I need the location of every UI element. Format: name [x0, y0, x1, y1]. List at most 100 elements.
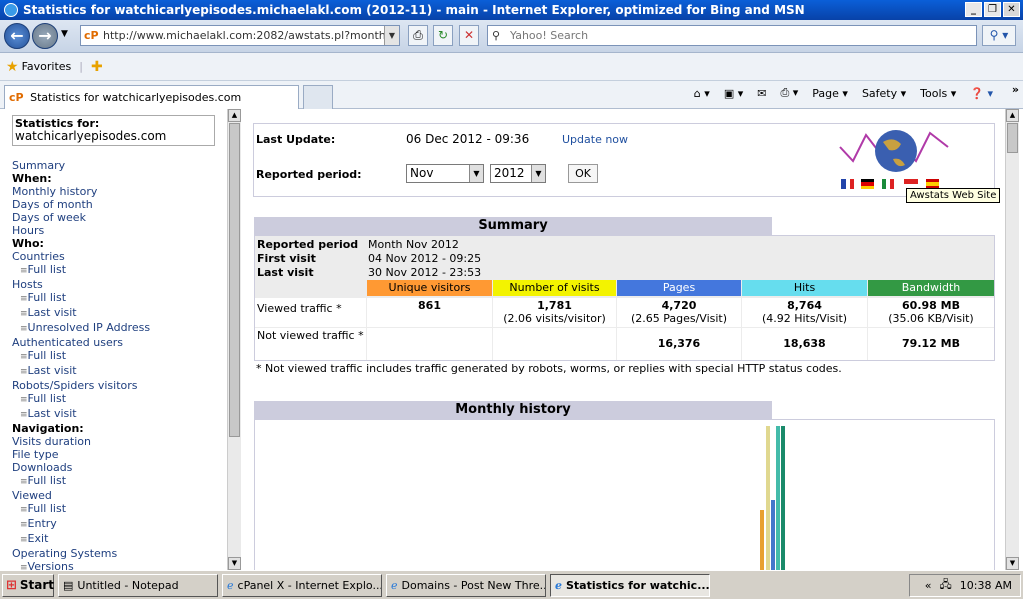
viewed-ratio: (2.65 Pages/Visit) [630, 312, 728, 325]
help-icon[interactable]: ❓ ▾ [970, 87, 993, 100]
search-input[interactable]: ⚲ Yahoo! Search [487, 25, 977, 46]
reported-period-value: Month Nov 2012 [368, 238, 459, 251]
not-viewed-cell: 79.12 MB [868, 328, 994, 360]
more-commands-icon[interactable]: » [1012, 83, 1019, 96]
home-icon[interactable]: ⌂ ▾ [694, 87, 710, 100]
print-icon[interactable]: ⎙ ▾ [780, 86, 798, 100]
search-placeholder: Yahoo! Search [510, 29, 589, 42]
reported-period-label: Reported period [257, 238, 359, 251]
cpanel-tab-icon: cP [9, 91, 24, 104]
page-scroll-down-icon[interactable]: ▼ [1006, 557, 1019, 570]
window-title: Statistics for watchicarlyepisodes.micha… [23, 3, 805, 17]
menu-link[interactable]: Visits duration [12, 435, 228, 448]
menu-link[interactable]: Robots/Spiders visitors [12, 379, 228, 392]
menu-link[interactable]: Last visit [12, 364, 228, 379]
taskbar-domains[interactable]: ℯ Domains - Post New Thre... [386, 573, 546, 597]
compat-view-icon[interactable]: ⎙ [408, 25, 428, 46]
address-toolbar: ← → ▼ cP http://www.michaelakl.com:2082/… [0, 20, 1023, 53]
mail-icon[interactable]: ✉ [757, 87, 766, 100]
network-icon[interactable]: 🖧 [940, 576, 952, 595]
close-button[interactable]: ✕ [1003, 2, 1020, 17]
start-button[interactable]: ⊞ Start [2, 573, 54, 597]
scroll-down-icon[interactable]: ▼ [228, 557, 241, 570]
menu-link[interactable]: Operating Systems [12, 547, 228, 560]
page-menu[interactable]: Page ▾ [812, 87, 848, 100]
last-update-label: Last Update: [256, 133, 336, 146]
address-input[interactable]: cP http://www.michaelakl.com:2082/awstat… [80, 25, 400, 46]
add-favorite-icon[interactable]: ✚ [91, 59, 103, 75]
traffic-footnote: * Not viewed traffic includes traffic ge… [256, 362, 842, 375]
menu-link[interactable]: Full list [12, 474, 228, 489]
taskbar-cpanel[interactable]: ℯ cPanel X - Internet Explo... [222, 573, 382, 597]
scroll-up-icon[interactable]: ▲ [228, 109, 241, 122]
search-go-icon[interactable]: ⚲ ▾ [982, 25, 1016, 46]
menu-link[interactable]: Hours [12, 224, 228, 237]
history-dropdown-icon[interactable]: ▼ [61, 29, 68, 39]
taskbar-notepad[interactable]: ▤ Untitled - Notepad [58, 573, 218, 597]
menu-link[interactable]: Full list [12, 263, 228, 278]
viewed-value: 1,781 [537, 299, 572, 312]
menu-link[interactable]: Last visit [12, 407, 228, 422]
menu-link[interactable]: Entry [12, 517, 228, 532]
address-dropdown-icon[interactable]: ▼ [384, 26, 399, 45]
menu-link[interactable]: Full list [12, 349, 228, 364]
favorites-bar: ★ Favorites | ✚ [0, 53, 1023, 81]
menu-link[interactable]: Last visit [12, 306, 228, 321]
page-scroll-thumb[interactable] [1007, 123, 1018, 153]
ok-button[interactable]: OK [568, 164, 598, 183]
stop-icon[interactable]: ✕ [459, 25, 479, 46]
last-visit-label: Last visit [257, 266, 314, 279]
menu-link[interactable]: Monthly history [12, 185, 228, 198]
column-header: Bandwidth [868, 280, 994, 296]
taskbar-statistics-label: Statistics for watchic... [566, 578, 710, 592]
taskbar-statistics[interactable]: ℯ Statistics for watchic... [550, 573, 710, 597]
safety-menu[interactable]: Safety ▾ [862, 87, 906, 100]
awstats-logo-icon[interactable] [838, 127, 953, 195]
menu-link[interactable]: Full list [12, 291, 228, 306]
bar-bandwidth [781, 426, 785, 570]
menu-section-heading: Who: [12, 237, 44, 250]
update-now-link[interactable]: Update now [562, 133, 628, 146]
menu-link[interactable]: Viewed [12, 489, 228, 502]
ie-icon: ℯ [555, 578, 562, 592]
menu-link[interactable]: Authenticated users [12, 336, 228, 349]
sidebar-scroll-thumb[interactable] [229, 123, 240, 437]
menu-section-heading: Navigation: [12, 422, 84, 435]
menu-link[interactable]: Versions [12, 560, 228, 570]
not-viewed-cell: 18,638 [742, 328, 867, 360]
favorites-button[interactable]: Favorites [22, 60, 72, 73]
stats-for-box: Statistics for: watchicarlyepisodes.com [12, 115, 215, 146]
menu-section-heading: When: [12, 172, 52, 185]
refresh-icon[interactable]: ↻ [433, 25, 453, 46]
menu-link[interactable]: Full list [12, 392, 228, 407]
tools-menu[interactable]: Tools ▾ [920, 87, 956, 100]
tray-expand-icon[interactable]: « [925, 579, 932, 592]
month-select[interactable]: Nov ▼ [406, 164, 484, 183]
menu-link[interactable]: File type [12, 448, 228, 461]
bar-hits [776, 426, 780, 570]
menu-link[interactable]: Summary [12, 159, 228, 172]
menu-link[interactable]: Countries [12, 250, 228, 263]
menu-link[interactable]: Days of month [12, 198, 228, 211]
tab-statistics[interactable]: cP Statistics for watchicarlyepisodes.co… [4, 85, 299, 109]
menu-link[interactable]: Days of week [12, 211, 228, 224]
sidebar-scrollbar[interactable]: ▲ ▼ [227, 109, 241, 570]
viewed-value: 4,720 [661, 299, 697, 312]
minimize-button[interactable]: _ [965, 2, 982, 17]
menu-link[interactable]: Unresolved IP Address [12, 321, 228, 336]
favorites-star-icon: ★ [6, 58, 19, 75]
page-scrollbar[interactable]: ▲ ▼ [1005, 109, 1019, 570]
year-select[interactable]: 2012 ▼ [490, 164, 546, 183]
menu-link[interactable]: Downloads [12, 461, 228, 474]
feeds-icon[interactable]: ▣ ▾ [724, 87, 743, 100]
page-scroll-up-icon[interactable]: ▲ [1006, 109, 1019, 122]
forward-button[interactable]: → [32, 23, 58, 49]
viewed-cell: 4,720 (2.65 Pages/Visit) [617, 298, 741, 327]
new-tab-button[interactable] [303, 85, 333, 109]
menu-link[interactable]: Exit [12, 532, 228, 547]
back-button[interactable]: ← [4, 23, 30, 49]
restore-button[interactable]: ❐ [984, 2, 1001, 17]
column-header: Pages [617, 280, 741, 296]
menu-link[interactable]: Hosts [12, 278, 228, 291]
menu-link[interactable]: Full list [12, 502, 228, 517]
